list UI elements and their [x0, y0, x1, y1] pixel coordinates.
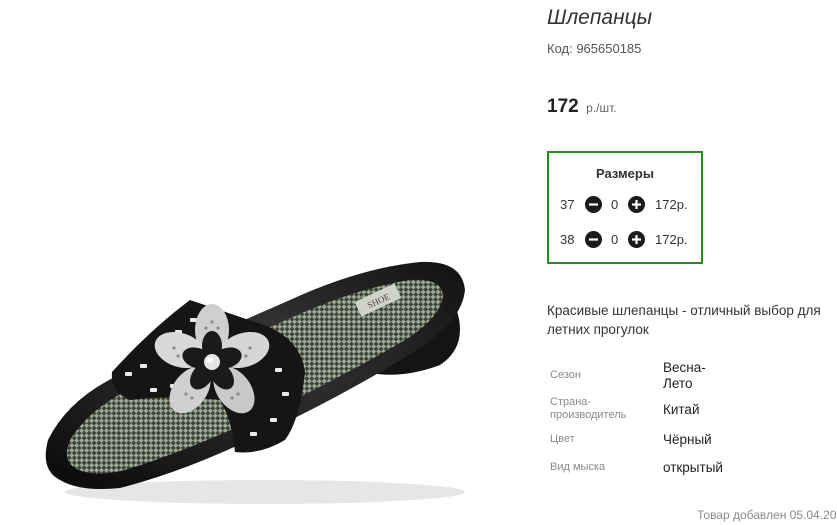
attribute-label-season: Сезон [550, 369, 581, 381]
minus-button[interactable] [585, 196, 602, 213]
attribute-value-season: Весна-Лето [663, 360, 706, 391]
price-value: 172 [547, 96, 579, 117]
size-price: 172р. [655, 197, 688, 212]
attribute-label-color: Цвет [550, 433, 575, 445]
quantity-value[interactable]: 0 [611, 232, 618, 247]
size-number: 37 [560, 197, 575, 212]
attribute-value-color: Чёрный [663, 432, 712, 447]
price-unit: р./шт. [586, 101, 617, 115]
attribute-value-country: Китай [663, 402, 700, 417]
quantity-value[interactable]: 0 [611, 197, 618, 212]
product-image[interactable]: SHOE [0, 0, 540, 525]
plus-icon [632, 200, 641, 209]
product-info: Шлепанцы Код: 965650185 172 р./шт. Разме… [547, 0, 837, 525]
price-block: 172 р./шт. [547, 96, 617, 118]
product-description: Красивые шлепанцы - отличный выбор для л… [547, 303, 821, 337]
size-row: 37 0 172р. [549, 195, 701, 215]
sizes-title: Размеры [596, 166, 654, 181]
product-page: SHOE Шлепанцы Код: 965650185 172 р./шт. … [0, 0, 837, 525]
plus-icon [632, 235, 641, 244]
product-code: Код: 965650185 [547, 41, 642, 56]
plus-button[interactable] [628, 196, 645, 213]
date-added: Товар добавлен 05.04.20 [697, 508, 837, 522]
size-price: 172р. [655, 232, 688, 247]
attribute-label-country: Страна-производитель [550, 396, 627, 421]
size-row: 38 0 172р. [549, 230, 701, 250]
minus-icon [589, 203, 598, 206]
sizes-panel: Размеры 37 0 172р. 38 0 172р. [547, 151, 703, 264]
size-number: 38 [560, 232, 575, 247]
minus-button[interactable] [585, 231, 602, 248]
product-title: Шлепанцы [547, 6, 653, 29]
attribute-label-toe: Вид мыска [550, 461, 606, 473]
sandal-illustration: SHOE [45, 261, 465, 504]
minus-icon [589, 238, 598, 241]
plus-button[interactable] [628, 231, 645, 248]
attribute-value-toe: открытый [663, 460, 723, 475]
